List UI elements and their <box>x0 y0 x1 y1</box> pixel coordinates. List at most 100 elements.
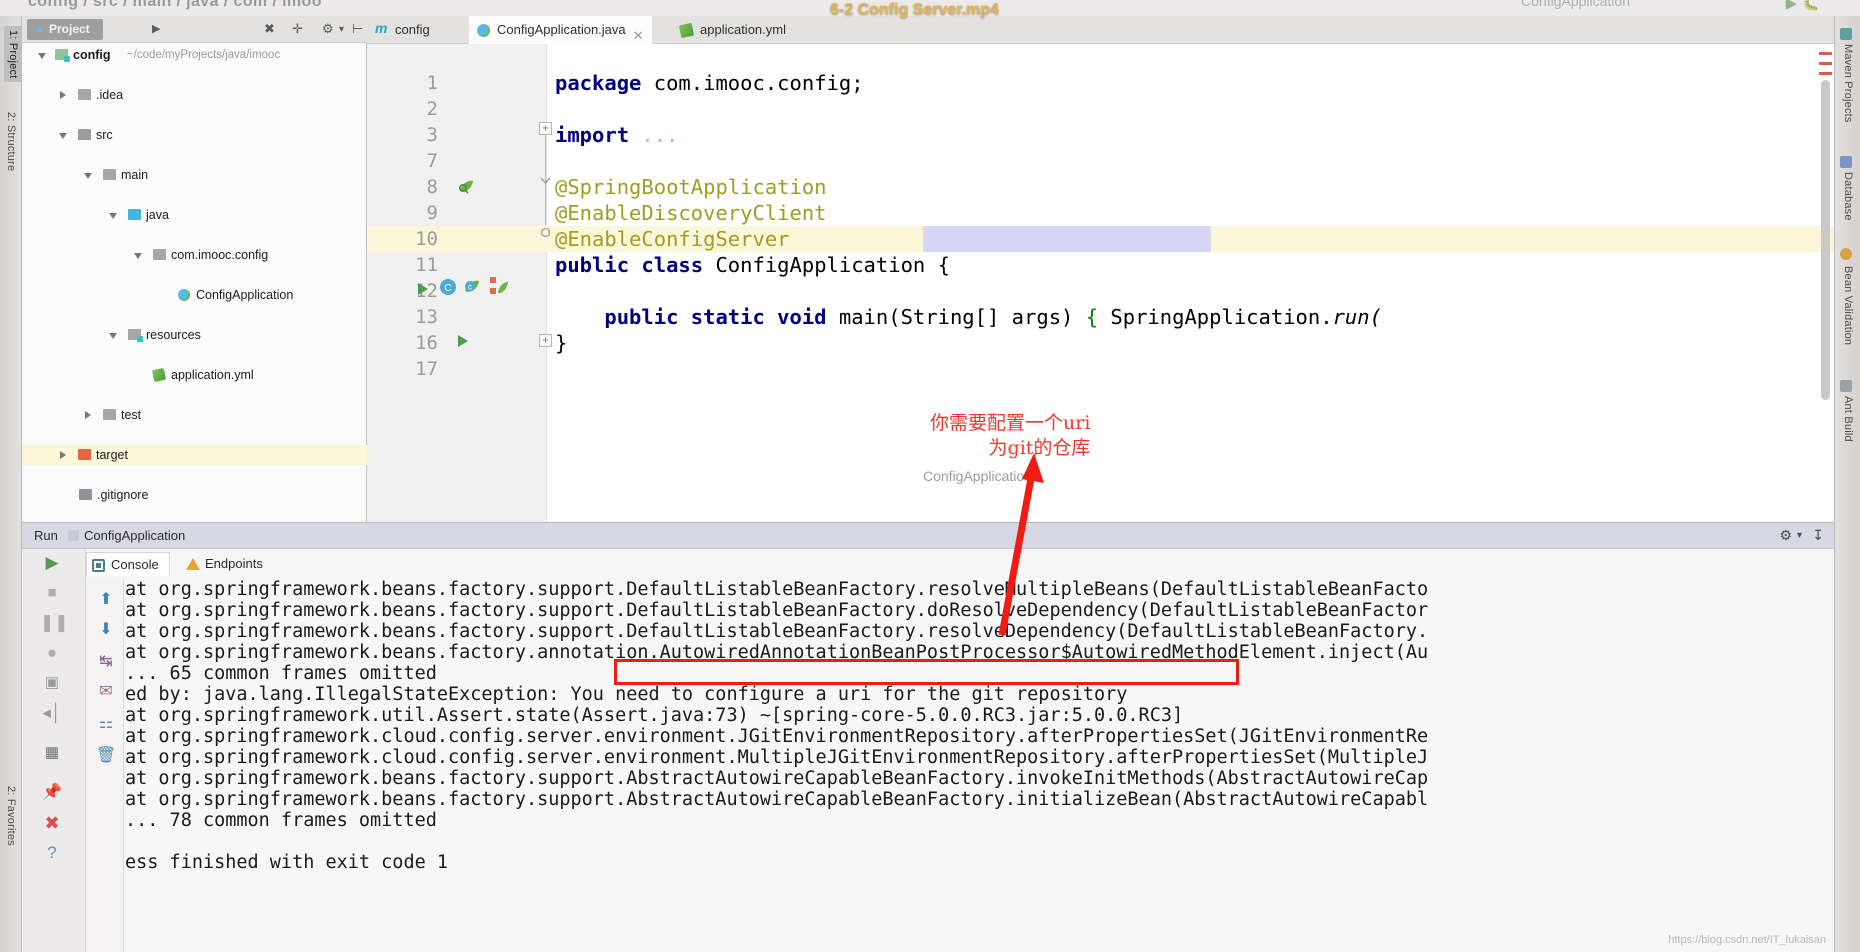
clear-all-icon[interactable]: ⚏ <box>95 713 117 735</box>
pause-icon[interactable]: ❚❚ <box>40 611 69 635</box>
run-icon[interactable]: ▶ <box>40 551 64 575</box>
chevron-right-icon[interactable]: ▶ <box>152 24 160 35</box>
tab-endpoints[interactable]: Endpoints <box>181 552 273 576</box>
record-icon[interactable]: ● <box>40 641 64 665</box>
tab-console[interactable]: Console <box>86 552 170 576</box>
error-stripe[interactable] <box>1819 72 1832 75</box>
run-gutter-icon[interactable] <box>415 282 429 296</box>
gear-icon[interactable]: ⚙ <box>322 22 334 35</box>
chevron-right-icon[interactable] <box>60 451 66 459</box>
rerun-icon[interactable]: ◂│ <box>40 701 64 725</box>
chevron-down-icon[interactable]: ▾ <box>339 25 344 35</box>
print-icon[interactable]: ✉ <box>95 681 117 703</box>
collapse-all-icon[interactable]: ✖︎ <box>264 22 275 35</box>
code-line-13: public static void main(String[] args) {… <box>555 305 1382 329</box>
folder-module-icon <box>55 49 70 62</box>
fold-class-start-icon[interactable] <box>539 174 552 187</box>
folder-icon <box>78 129 91 140</box>
tree-item-label: com.imooc.config <box>171 248 269 262</box>
trash-icon[interactable]: 🗑 <box>95 745 117 767</box>
project-tab[interactable]: Project <box>27 19 103 40</box>
tab-label: config <box>395 22 430 37</box>
spring-bean-icon[interactable] <box>457 178 475 196</box>
sidebar-item-maven-projects[interactable]: Maven Projects <box>1842 44 1854 123</box>
breadcrumb[interactable]: config / src / main / java / com / imoo <box>28 0 322 11</box>
hide-panel-icon[interactable]: ⊢ <box>352 22 363 35</box>
project-tab-dot-icon <box>37 27 42 32</box>
fold-import-icon[interactable]: + <box>539 122 552 225</box>
console-line: at org.springframework.cloud.config.serv… <box>125 747 1429 768</box>
camera-icon[interactable]: ▣ <box>40 671 64 695</box>
chevron-down-icon[interactable]: ▾ <box>1797 530 1802 541</box>
console-line: at org.springframework.beans.factory.sup… <box>125 789 1429 810</box>
run-configuration-name[interactable]: ConfigApplication <box>84 528 185 543</box>
tree-item-resources[interactable]: resources <box>22 325 367 345</box>
run-method-gutter-icon[interactable] <box>455 334 469 348</box>
tree-item-target[interactable]: target <box>22 445 367 465</box>
top-right-tab-label[interactable]: ConfigApplication <box>1521 0 1630 9</box>
tree-item-label: java <box>146 208 169 222</box>
soft-wrap-icon[interactable]: ↹ <box>95 651 117 673</box>
tab-config[interactable]: m config <box>367 16 456 44</box>
code-line-11: public class ConfigApplication { <box>555 253 950 277</box>
editor-scrollbar[interactable] <box>1821 80 1830 400</box>
spring-class-icon[interactable]: C <box>439 278 457 296</box>
tree-item-application-yml[interactable]: application.yml <box>22 365 367 385</box>
line-number: 10 <box>415 228 438 250</box>
fold-annotation-icon[interactable] <box>539 226 552 239</box>
pin-icon[interactable]: 📌 <box>40 781 64 805</box>
tree-item-path: ~/code/myProjects/java/imooc <box>127 49 281 61</box>
tree-item-config-application[interactable]: ConfigApplication <box>22 285 367 305</box>
scroll-up-icon[interactable]: ⬆ <box>95 589 117 611</box>
tree-item-package[interactable]: com.imooc.config <box>22 245 367 265</box>
chevron-down-icon[interactable] <box>134 253 142 263</box>
tab-application-yml[interactable]: application.yml <box>672 16 812 44</box>
chevron-down-icon[interactable] <box>84 173 92 183</box>
console-line: at org.springframework.util.Assert.state… <box>125 705 1184 726</box>
run-toolbar-icons[interactable]: ▶ 🐛 <box>1786 0 1820 12</box>
gear-icon[interactable]: ⚙ <box>1779 527 1792 544</box>
layout-icon[interactable]: ▦ <box>40 741 64 765</box>
expand-icon[interactable]: ✛ <box>292 22 303 35</box>
chevron-right-icon[interactable] <box>85 411 91 419</box>
chevron-down-icon[interactable] <box>59 133 67 143</box>
tree-item-main[interactable]: main <box>22 165 367 185</box>
sidebar-item-project[interactable]: 1: Project <box>4 26 22 83</box>
tree-item-gitignore[interactable]: .gitignore <box>22 485 367 505</box>
maven-file-icon: m <box>375 20 388 36</box>
tree-item-java[interactable]: java <box>22 205 367 225</box>
console-line: at org.springframework.beans.factory.sup… <box>125 621 1429 642</box>
hide-panel-icon[interactable]: ↧ <box>1812 527 1824 544</box>
help-icon[interactable]: ? <box>40 841 64 865</box>
spring-diagram-icon[interactable] <box>489 276 509 296</box>
scroll-down-icon[interactable]: ⬇ <box>95 619 117 641</box>
sidebar-item-database[interactable]: Database <box>1842 172 1854 221</box>
sidebar-item-favorites[interactable]: 2: Favorites <box>5 786 17 846</box>
fold-method-icon[interactable]: + <box>539 334 552 347</box>
editor-gutter[interactable]: 1 2 3 7 8 9 10 11 12 13 16 17 C c <box>367 44 547 522</box>
tree-item-idea[interactable]: .idea <box>22 85 367 105</box>
code-editor[interactable]: 1 2 3 7 8 9 10 11 12 13 16 17 C c + + pa… <box>367 44 1834 522</box>
chevron-down-icon[interactable] <box>109 333 117 343</box>
chevron-down-icon[interactable] <box>109 213 117 223</box>
error-stripe[interactable] <box>1819 62 1832 65</box>
sidebar-item-structure[interactable]: 2: Structure <box>5 112 17 171</box>
tree-item-test[interactable]: test <box>22 405 367 425</box>
close-icon[interactable]: ✖ <box>40 811 64 835</box>
chevron-down-icon[interactable] <box>38 53 46 63</box>
project-tree[interactable]: config ~/code/myProjects/java/imooc .ide… <box>22 43 367 522</box>
console-line-error: ed by: java.lang.IllegalStateException: … <box>125 684 1128 705</box>
project-panel: Project ▶ ✖︎ ✛ ⚙ ▾ ⊢ config ~/code/myPro… <box>22 16 367 522</box>
tree-item-config[interactable]: config ~/code/myProjects/java/imooc <box>22 45 367 65</box>
java-class-icon <box>178 289 190 301</box>
chevron-right-icon[interactable] <box>60 91 66 99</box>
stop-icon[interactable]: ■ <box>40 581 64 605</box>
sidebar-item-bean-validation[interactable]: Bean Validation <box>1842 266 1854 345</box>
sidebar-item-ant-build[interactable]: Ant Build <box>1842 396 1854 442</box>
tree-item-src[interactable]: src <box>22 125 367 145</box>
tab-config-application-java[interactable]: ConfigApplication.java ✕ <box>469 16 652 44</box>
console-line: at org.springframework.cloud.config.serv… <box>125 726 1429 747</box>
ant-icon <box>1840 380 1852 392</box>
error-stripe[interactable] <box>1819 52 1832 55</box>
spring-config-icon[interactable]: c <box>463 278 481 296</box>
